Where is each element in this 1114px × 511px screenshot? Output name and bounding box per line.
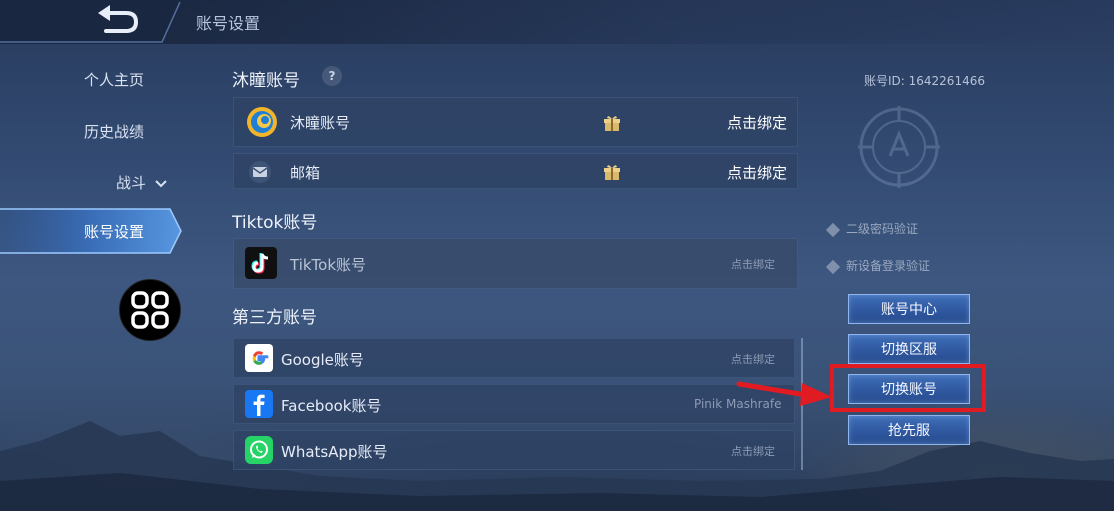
mail-icon — [249, 161, 271, 183]
early-access-server-button[interactable]: 抢先服 — [848, 415, 970, 445]
account-id: 账号ID: 1642261466 — [864, 74, 985, 88]
second-password-label: 二级密码验证 — [846, 222, 919, 236]
nav-item-account-settings-label: 账号设置 — [84, 223, 145, 241]
gift-icon — [604, 116, 620, 131]
section-title-tiktok: Tiktok账号 — [232, 213, 318, 233]
highlight-box — [830, 364, 986, 412]
grid-menu-button[interactable] — [119, 279, 181, 341]
nav-item-profile[interactable]: 个人主页 — [84, 69, 144, 90]
bind-row-label: WhatsApp账号 — [281, 443, 388, 461]
switch-server-button[interactable]: 切换区服 — [848, 334, 970, 364]
mutong-logo-icon — [247, 107, 277, 137]
back-arrow-icon[interactable] — [80, 4, 148, 38]
grid-menu-icon — [131, 291, 169, 329]
diamond-icon — [825, 259, 841, 274]
bind-row-label: 邮箱 — [290, 164, 321, 182]
bind-row-label: Facebook账号 — [281, 397, 382, 415]
chevron-down-icon — [155, 179, 167, 187]
account-center-button[interactable]: 账号中心 — [848, 294, 970, 324]
nav-item-battle[interactable]: 战斗 — [116, 172, 167, 193]
google-logo-icon — [245, 344, 273, 372]
new-device-verify-toggle[interactable]: 新设备登录验证 — [825, 257, 931, 274]
nav-item-battle-label: 战斗 — [116, 174, 147, 192]
bind-action[interactable]: 点击绑定 — [731, 256, 775, 272]
diamond-icon — [825, 222, 841, 237]
tiktok-logo-icon — [245, 247, 277, 279]
bind-action[interactable]: 点击绑定 — [731, 443, 775, 459]
nav-item-history[interactable]: 历史战绩 — [84, 121, 144, 142]
bind-action[interactable]: 点击绑定 — [727, 112, 787, 133]
bind-action[interactable]: 点击绑定 — [727, 162, 787, 183]
new-device-verify-label: 新设备登录验证 — [846, 259, 931, 273]
facebook-logo-icon — [245, 390, 273, 418]
question-icon[interactable]: ? — [322, 66, 342, 86]
emblem-watermark-icon — [858, 106, 940, 188]
whatsapp-logo-icon — [245, 436, 273, 464]
bind-row-label: Google账号 — [281, 351, 364, 369]
gift-icon — [604, 165, 620, 180]
section-title-mutong: 沐瞳账号 — [232, 71, 300, 91]
bind-row-label: 沐瞳账号 — [290, 114, 351, 132]
red-arrow-icon — [736, 381, 832, 406]
page-title: 账号设置 — [196, 14, 261, 33]
bind-action[interactable]: 点击绑定 — [731, 351, 775, 367]
bind-row-label: TikTok账号 — [290, 256, 367, 274]
second-password-toggle[interactable]: 二级密码验证 — [825, 220, 919, 237]
section-title-third-party: 第三方账号 — [232, 308, 317, 328]
